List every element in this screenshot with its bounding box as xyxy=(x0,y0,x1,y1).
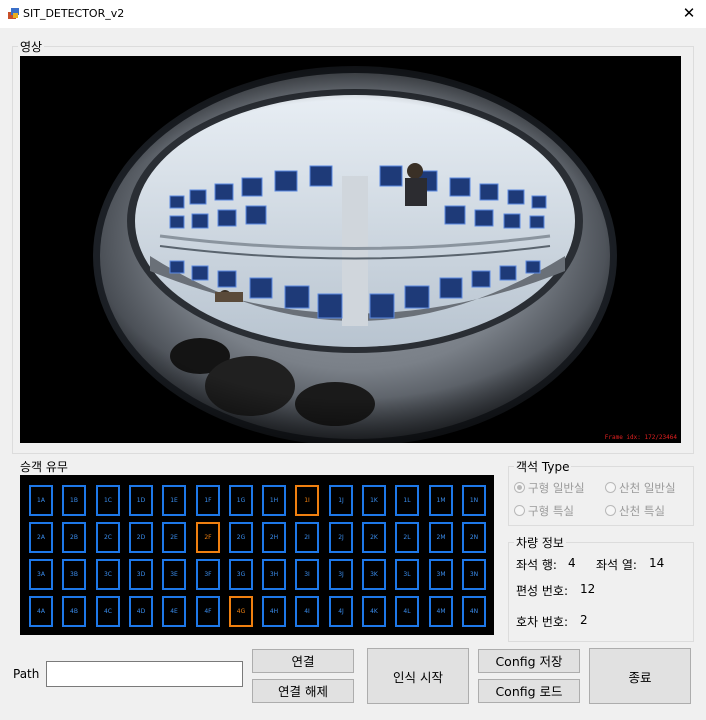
seat-2f: 2F xyxy=(196,522,220,553)
seat-1d: 1D xyxy=(129,485,153,516)
video-group-label: 영상 xyxy=(18,38,45,55)
seat-4e: 4E xyxy=(162,596,186,627)
seat-4d: 4D xyxy=(129,596,153,627)
disconnect-button[interactable]: 연결 해제 xyxy=(252,679,354,703)
config-save-button[interactable]: Config 저장 xyxy=(478,649,580,673)
seat-4g: 4G xyxy=(229,596,253,627)
seat-3f: 3F xyxy=(196,559,220,590)
seat-3n: 3N xyxy=(462,559,486,590)
seats-group-label: 승객 유무 xyxy=(18,458,70,475)
seat-4b: 4B xyxy=(62,596,86,627)
seat-3b: 3B xyxy=(62,559,86,590)
seat-2m: 2M xyxy=(429,522,453,553)
seat-1m: 1M xyxy=(429,485,453,516)
seat-4i: 4I xyxy=(295,596,319,627)
seat-2l: 2L xyxy=(395,522,419,553)
seat-2b: 2B xyxy=(62,522,86,553)
seat-3j: 3J xyxy=(329,559,353,590)
seat-1b: 1B xyxy=(62,485,86,516)
seat-3a: 3A xyxy=(29,559,53,590)
seat-3c: 3C xyxy=(96,559,120,590)
seat-rows-label: 좌석 행: xyxy=(516,558,557,572)
seat-3k: 3K xyxy=(362,559,386,590)
seat-4n: 4N xyxy=(462,596,486,627)
seat-2g: 2G xyxy=(229,522,253,553)
seat-2n: 2N xyxy=(462,522,486,553)
seat-2k: 2K xyxy=(362,522,386,553)
seat-4k: 4K xyxy=(362,596,386,627)
seat-1k: 1K xyxy=(362,485,386,516)
radio-sancheon-general[interactable]: 산천 일반실 xyxy=(605,480,676,496)
seat-1a: 1A xyxy=(29,485,53,516)
radio-sancheon-special[interactable]: 산천 특실 xyxy=(605,503,665,519)
vehicle-info-group-label: 차량 정보 xyxy=(514,534,566,551)
seat-2h: 2H xyxy=(262,522,286,553)
exit-button[interactable]: 종료 xyxy=(589,648,691,704)
radio-old-special[interactable]: 구형 특실 xyxy=(514,503,574,519)
seat-1g: 1G xyxy=(229,485,253,516)
seat-4c: 4C xyxy=(96,596,120,627)
seat-3i: 3I xyxy=(295,559,319,590)
connect-button[interactable]: 연결 xyxy=(252,649,354,673)
window-title: SIT_DETECTOR_v2 xyxy=(23,7,125,20)
formation-number-label: 편성 번호: xyxy=(516,584,569,598)
frame-index-overlay: Frame idx: 172/23464 xyxy=(604,434,677,441)
seat-1e: 1E xyxy=(162,485,186,516)
seat-2i: 2I xyxy=(295,522,319,553)
seat-1n: 1N xyxy=(462,485,486,516)
radio-sancheon-general-label: 산천 일반실 xyxy=(619,481,676,495)
radio-sancheon-special-indicator xyxy=(605,505,616,516)
seat-3m: 3M xyxy=(429,559,453,590)
seat-1c: 1C xyxy=(96,485,120,516)
seat-4a: 4A xyxy=(29,596,53,627)
video-display: Frame idx: 172/23464 xyxy=(20,56,681,443)
title-bar: SIT_DETECTOR_v2 ✕ xyxy=(0,0,706,28)
seat-grid: 1A 1B 1C 1D 1E 1F 1G 1H 1I 1J 1K 1L 1M 1N 2A 2B 2C 2D 2E 2F… xyxy=(20,475,494,635)
path-label: Path xyxy=(13,667,40,681)
seat-3e: 3E xyxy=(162,559,186,590)
config-load-button[interactable]: Config 로드 xyxy=(478,679,580,703)
seat-2d: 2D xyxy=(129,522,153,553)
seat-2c: 2C xyxy=(96,522,120,553)
seat-3h: 3H xyxy=(262,559,286,590)
radio-sancheon-special-label: 산천 특실 xyxy=(619,504,665,518)
start-detection-button[interactable]: 인식 시작 xyxy=(367,648,469,704)
seat-3l: 3L xyxy=(395,559,419,590)
fisheye-camera-image xyxy=(20,56,681,443)
seat-2j: 2J xyxy=(329,522,353,553)
car-number-value: 2 xyxy=(580,613,588,627)
seat-2a: 2A xyxy=(29,522,53,553)
seat-1l: 1L xyxy=(395,485,419,516)
path-input[interactable] xyxy=(46,661,243,687)
seat-3d: 3D xyxy=(129,559,153,590)
seat-4m: 4M xyxy=(429,596,453,627)
app-icon xyxy=(8,8,19,19)
car-type-group-label: 객석 Type xyxy=(514,458,572,475)
seat-1j: 1J xyxy=(329,485,353,516)
seat-2e: 2E xyxy=(162,522,186,553)
radio-old-special-label: 구형 특실 xyxy=(528,504,574,518)
seat-rows-value: 4 xyxy=(568,556,576,570)
radio-old-special-indicator xyxy=(514,505,525,516)
car-number-label: 호차 번호: xyxy=(516,615,569,629)
close-icon[interactable]: ✕ xyxy=(678,2,700,24)
radio-sancheon-general-indicator xyxy=(605,482,616,493)
radio-old-general-indicator xyxy=(514,482,525,493)
seat-4h: 4H xyxy=(262,596,286,627)
seat-cols-label: 좌석 열: xyxy=(596,558,637,572)
radio-old-general[interactable]: 구형 일반실 xyxy=(514,480,585,496)
seat-cols-value: 14 xyxy=(649,556,665,570)
seat-4l: 4L xyxy=(395,596,419,627)
seat-1f: 1F xyxy=(196,485,220,516)
seat-1h: 1H xyxy=(262,485,286,516)
seat-3g: 3G xyxy=(229,559,253,590)
formation-number-value: 12 xyxy=(580,582,596,596)
seat-4f: 4F xyxy=(196,596,220,627)
seat-1i: 1I xyxy=(295,485,319,516)
seat-4j: 4J xyxy=(329,596,353,627)
radio-old-general-label: 구형 일반실 xyxy=(528,481,585,495)
